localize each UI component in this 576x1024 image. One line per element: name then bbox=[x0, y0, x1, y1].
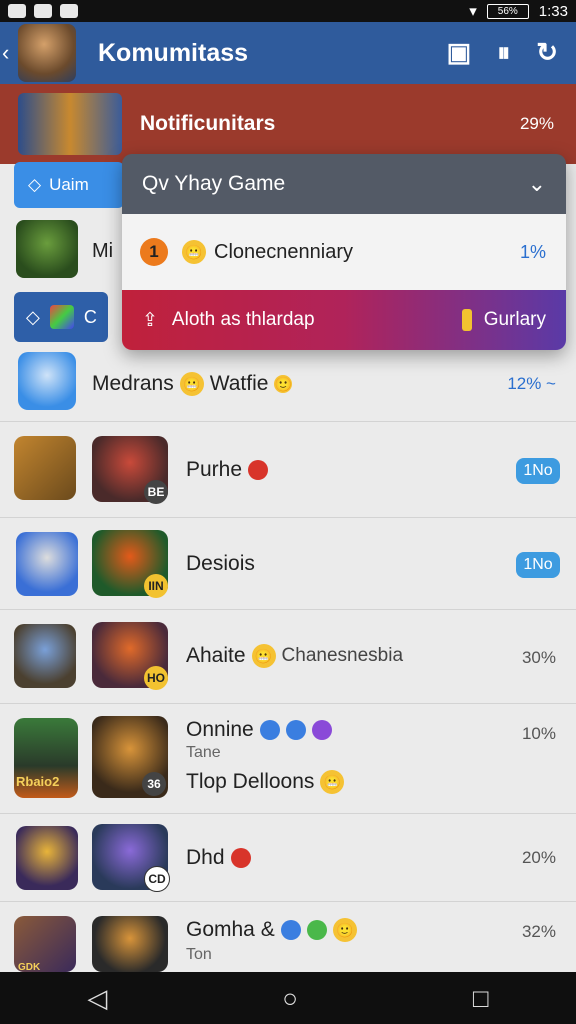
status-bar: ▾ 56% 1:33 bbox=[0, 0, 576, 22]
bookmark-icon[interactable]: ⏸ bbox=[497, 37, 510, 69]
badge: 36 bbox=[142, 772, 166, 796]
notification-percent: 29% bbox=[519, 114, 554, 133]
badge: CD bbox=[144, 866, 170, 892]
list-item[interactable]: Rbaio2 36 Onnine Tane Tlop Delloons 😬 10… bbox=[0, 704, 576, 814]
item-value: 12% ~ bbox=[507, 374, 556, 393]
system-nav-bar: ◁ ○ □ bbox=[0, 972, 576, 1024]
recents-icon[interactable]: □ bbox=[473, 983, 489, 1014]
status-pill[interactable]: 1No bbox=[516, 458, 560, 484]
list-item[interactable]: CD Dhd 20% bbox=[0, 814, 576, 902]
item-title: Gomha & bbox=[186, 918, 275, 941]
popup-header[interactable]: Qv Yhay Game ⌄ bbox=[122, 154, 566, 214]
item-title: Desiois bbox=[186, 552, 255, 575]
option-percent: 1% bbox=[519, 241, 546, 262]
back-arrow-icon[interactable]: ‹ bbox=[2, 40, 16, 66]
upload-icon: ⇪ bbox=[142, 309, 158, 331]
emoji-icon: 😬 bbox=[251, 644, 276, 668]
dropdown-popup: Qv Yhay Game ⌄ 1 😬 Clonecnenniary 1% ⇪ A… bbox=[122, 154, 566, 350]
status-pill[interactable]: 1No bbox=[516, 552, 560, 578]
green-dot-icon bbox=[306, 920, 327, 940]
game-icon bbox=[14, 436, 76, 500]
back-icon[interactable]: ◁ bbox=[87, 983, 107, 1014]
briefcase-icon[interactable]: ▣ bbox=[447, 37, 472, 69]
emoji-icon: 😬 bbox=[320, 770, 345, 794]
diamond-icon: ◇ bbox=[28, 175, 42, 194]
item-title: Ahaite bbox=[186, 644, 246, 667]
blue-dot-icon bbox=[259, 720, 280, 740]
app-bar: ‹ Komumitass ▣ ⏸ ↻ bbox=[0, 22, 576, 84]
notification-banner[interactable]: Notificunitars 29% bbox=[0, 84, 576, 164]
badge: BE bbox=[144, 480, 168, 504]
blue-dot-icon bbox=[280, 920, 301, 940]
item-title: Dhd bbox=[186, 846, 225, 869]
item-value: 20% bbox=[521, 848, 556, 867]
list-item[interactable]: HO Ahaite 😬 Chanesnesbia 30% bbox=[0, 610, 576, 704]
item-subtitle: Tane bbox=[186, 744, 221, 761]
list-item[interactable]: BE Purhe 1No bbox=[0, 422, 576, 518]
page-title: Komumitass bbox=[98, 38, 249, 67]
item-title-2: Watfie bbox=[209, 372, 269, 395]
emoji-icon: 😬 bbox=[179, 372, 204, 396]
item-title: Purhe bbox=[186, 458, 243, 481]
clock: 1:33 bbox=[538, 2, 568, 20]
game-icon bbox=[14, 624, 76, 688]
chevron-down-icon[interactable]: ⌄ bbox=[528, 171, 546, 197]
notification-thumbnail bbox=[18, 93, 122, 155]
coin-icon bbox=[461, 309, 472, 331]
item-value: 30% bbox=[521, 648, 556, 667]
game-icon bbox=[18, 352, 76, 410]
popup-title: Qv Yhay Game bbox=[142, 172, 286, 195]
badge: HO bbox=[144, 666, 168, 690]
avatar[interactable] bbox=[18, 24, 76, 82]
game-icon-label: Rbaio2 bbox=[16, 774, 60, 789]
list-item[interactable]: GDK Gomha & 🙂 Ton 32% bbox=[0, 902, 576, 973]
purple-dot-icon bbox=[311, 720, 332, 740]
item-title: Medrans bbox=[92, 372, 174, 395]
category-chip[interactable]: ◇ C bbox=[14, 292, 108, 342]
notification-title: Notificunitars bbox=[140, 112, 276, 135]
red-dot-icon bbox=[248, 460, 269, 480]
tab-chip-label: Uaim bbox=[49, 175, 89, 194]
smile-icon: 🙂 bbox=[332, 918, 357, 942]
badge: IIN bbox=[144, 574, 168, 598]
notification-icons bbox=[0, 4, 78, 18]
popup-option[interactable]: 1 😬 Clonecnenniary 1% bbox=[122, 214, 566, 290]
action-right-label: Gurlary bbox=[483, 309, 546, 330]
category-label: C bbox=[83, 306, 97, 327]
item-value: 32% bbox=[521, 922, 556, 941]
gem-icon bbox=[49, 305, 74, 329]
item-title: Onnine bbox=[186, 718, 254, 741]
option-label: Clonecnenniary bbox=[214, 240, 353, 263]
smile-icon: 🙂 bbox=[274, 375, 293, 393]
item-title-2: Chanesnesbia bbox=[281, 645, 404, 666]
tag-icon: ◇ bbox=[26, 306, 40, 327]
red-dot-icon bbox=[230, 848, 251, 868]
popup-action[interactable]: ⇪ Aloth as thlardap Gurlary bbox=[122, 290, 566, 350]
wifi-icon: ▾ bbox=[469, 3, 477, 20]
game-icon bbox=[16, 826, 78, 890]
item-value: 10% bbox=[521, 724, 556, 743]
item-subtitle: Ton bbox=[186, 946, 212, 963]
battery-indicator: 56% bbox=[486, 3, 529, 19]
emoji-icon: 😬 bbox=[182, 240, 206, 264]
blue-dot-icon bbox=[285, 720, 306, 740]
number-badge: 1 bbox=[140, 238, 168, 266]
game-icon[interactable] bbox=[16, 220, 78, 278]
game-icon bbox=[92, 916, 168, 972]
list-item[interactable]: IIN Desiois 1No bbox=[0, 518, 576, 610]
row-label: Mi bbox=[92, 240, 114, 262]
action-label: Aloth as thlardap bbox=[171, 309, 315, 330]
home-icon[interactable]: ○ bbox=[282, 983, 298, 1014]
game-icon bbox=[16, 532, 78, 596]
item-title-3: Tlop Delloons bbox=[186, 770, 315, 793]
tab-chip[interactable]: ◇ Uaim bbox=[14, 162, 124, 208]
refresh-icon[interactable]: ↻ bbox=[536, 37, 558, 69]
list-item[interactable]: Medrans 😬 Watfie 🙂 12% ~ bbox=[0, 350, 576, 422]
